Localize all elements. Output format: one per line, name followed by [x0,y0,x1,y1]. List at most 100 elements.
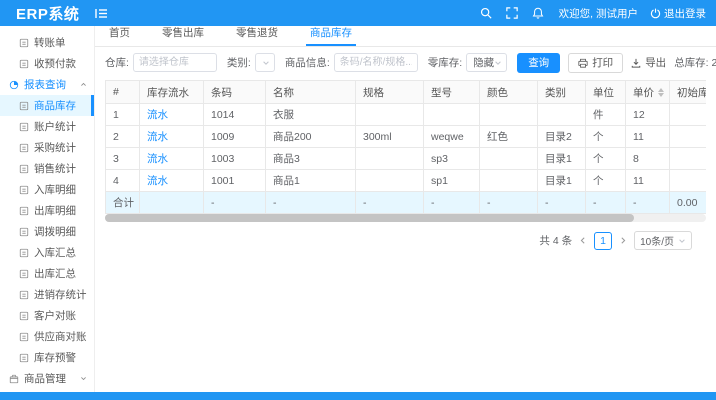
table-cell: 商品1 [266,170,356,192]
table-cell [424,104,480,126]
table-cell: sp3 [424,148,480,170]
sidebar-item-转账单[interactable]: 转账单 [0,32,94,53]
total-cell: - [424,192,480,214]
table-total-row: 合计--------0.00 [106,192,707,214]
table-cell: 11 [626,170,670,192]
total-cell: 0.00 [670,192,707,214]
tab-零售退货[interactable]: 零售退货 [232,26,282,46]
table-header-row: #库存流水条码名称规格型号颜色类别单位单价初始库存 [106,81,707,104]
sidebar-item-label: 收预付款 [34,56,76,71]
sidebar-item-label: 入库汇总 [34,245,76,260]
sidebar-item-label: 调拨明细 [34,224,76,239]
doc-icon [19,290,29,300]
sidebar-item-label: 入库明细 [34,182,76,197]
warehouse-input[interactable] [133,53,217,72]
column-header-初始库存[interactable]: 初始库存 [670,81,707,104]
table-cell [538,104,586,126]
table-row: 2流水1009商品200300mlweqwe红色目录2个11 [106,126,707,148]
prev-page-button[interactable] [579,236,587,245]
pagination: 共 4 条 1 10条/页 [95,222,716,250]
sidebar-item-出库明细[interactable]: 出库明细 [0,200,94,221]
logout-button[interactable]: 退出登录 [650,6,706,21]
column-label: 类别 [545,87,566,99]
sidebar-item-调拨明细[interactable]: 调拨明细 [0,221,94,242]
product-info-input[interactable] [334,53,418,72]
sidebar-item-label: 出库汇总 [34,266,76,281]
sidebar-item-出库汇总[interactable]: 出库汇总 [0,263,94,284]
chevron-left-icon [579,236,587,245]
sidebar-item-账户统计[interactable]: 账户统计 [0,116,94,137]
horizontal-scrollbar[interactable] [105,214,706,222]
sidebar-collapse-icon[interactable] [95,8,108,19]
filter-bar: 仓库: 类别: 商品信息: 零库存: 隐藏 查 [95,47,716,78]
tab-零售出库[interactable]: 零售出库 [158,26,208,46]
tab-首页[interactable]: 首页 [105,26,134,46]
doc-icon [19,164,29,174]
app-title: ERP系统 [16,3,88,24]
doc-icon [19,248,29,258]
column-header-名称: 名称 [266,81,356,104]
doc-icon [19,311,29,321]
print-label: 打印 [592,55,613,70]
sidebar-item-商品管理[interactable]: 商品管理 [0,368,94,389]
sidebar-item-报表查询[interactable]: 报表查询 [0,74,94,95]
inventory-table: #库存流水条码名称规格型号颜色类别单位单价初始库存 1流水1014衣服件122流… [105,80,706,214]
sidebar-item-进销存统计[interactable]: 进销存统计 [0,284,94,305]
total-cell: - [266,192,356,214]
sidebar-item-采购统计[interactable]: 采购统计 [0,137,94,158]
chevron-down-icon [494,59,502,67]
table-cell [670,148,707,170]
flow-link[interactable]: 流水 [147,109,168,121]
page-size-select[interactable]: 10条/页 [634,231,692,250]
bottom-bar [0,392,716,400]
table-cell: 8 [626,148,670,170]
scrollbar-thumb[interactable] [105,214,634,222]
table-cell: 目录2 [538,126,586,148]
category-select[interactable] [255,53,275,72]
sidebar-item-商品库存[interactable]: 商品库存 [0,95,94,116]
flow-link[interactable]: 流水 [147,175,168,187]
sidebar-item-label: 供应商对账 [34,329,87,344]
zero-stock-label: 零库存: [428,55,462,70]
sidebar-item-销售统计[interactable]: 销售统计 [0,158,94,179]
zero-stock-select-value: 隐藏 [473,55,494,70]
column-label: 颜色 [487,87,508,99]
sort-icon[interactable] [658,88,664,97]
sidebar-item-入库汇总[interactable]: 入库汇总 [0,242,94,263]
column-header-单价[interactable]: 单价 [626,81,670,104]
search-icon[interactable] [480,7,492,19]
sidebar-item-库存预警[interactable]: 库存预警 [0,347,94,368]
fullscreen-icon[interactable] [506,7,518,19]
sidebar-item-客户对账[interactable]: 客户对账 [0,305,94,326]
sidebar-item-label: 库存预警 [34,350,76,365]
flow-link[interactable]: 流水 [147,153,168,165]
next-page-button[interactable] [619,236,627,245]
table-cell: 目录1 [538,148,586,170]
column-header-类别: 类别 [538,81,586,104]
table-cell: 1009 [204,126,266,148]
tab-商品库存[interactable]: 商品库存 [306,26,356,46]
bell-icon[interactable] [532,7,544,19]
column-label: 初始库存 [677,87,706,99]
table-cell: 个 [586,170,626,192]
download-icon [631,58,641,68]
table-cell: 件 [586,104,626,126]
logout-icon [650,8,661,19]
flow-link[interactable]: 流水 [147,131,168,143]
page-number-button[interactable]: 1 [594,232,612,250]
query-button[interactable]: 查询 [517,53,560,73]
sidebar-item-入库明细[interactable]: 入库明细 [0,179,94,200]
table-cell [670,104,707,126]
doc-icon [19,269,29,279]
doc-icon [19,227,29,237]
total-cell: - [626,192,670,214]
column-label: 单价 [633,87,654,99]
table-cell [670,170,707,192]
export-button[interactable]: 导出 [631,53,666,73]
print-button[interactable]: 打印 [568,53,623,73]
table-cell: 个 [586,148,626,170]
zero-stock-select[interactable]: 隐藏 [466,53,507,72]
sidebar-item-供应商对账[interactable]: 供应商对账 [0,326,94,347]
table-cell [356,170,424,192]
sidebar-item-收预付款[interactable]: 收预付款 [0,53,94,74]
